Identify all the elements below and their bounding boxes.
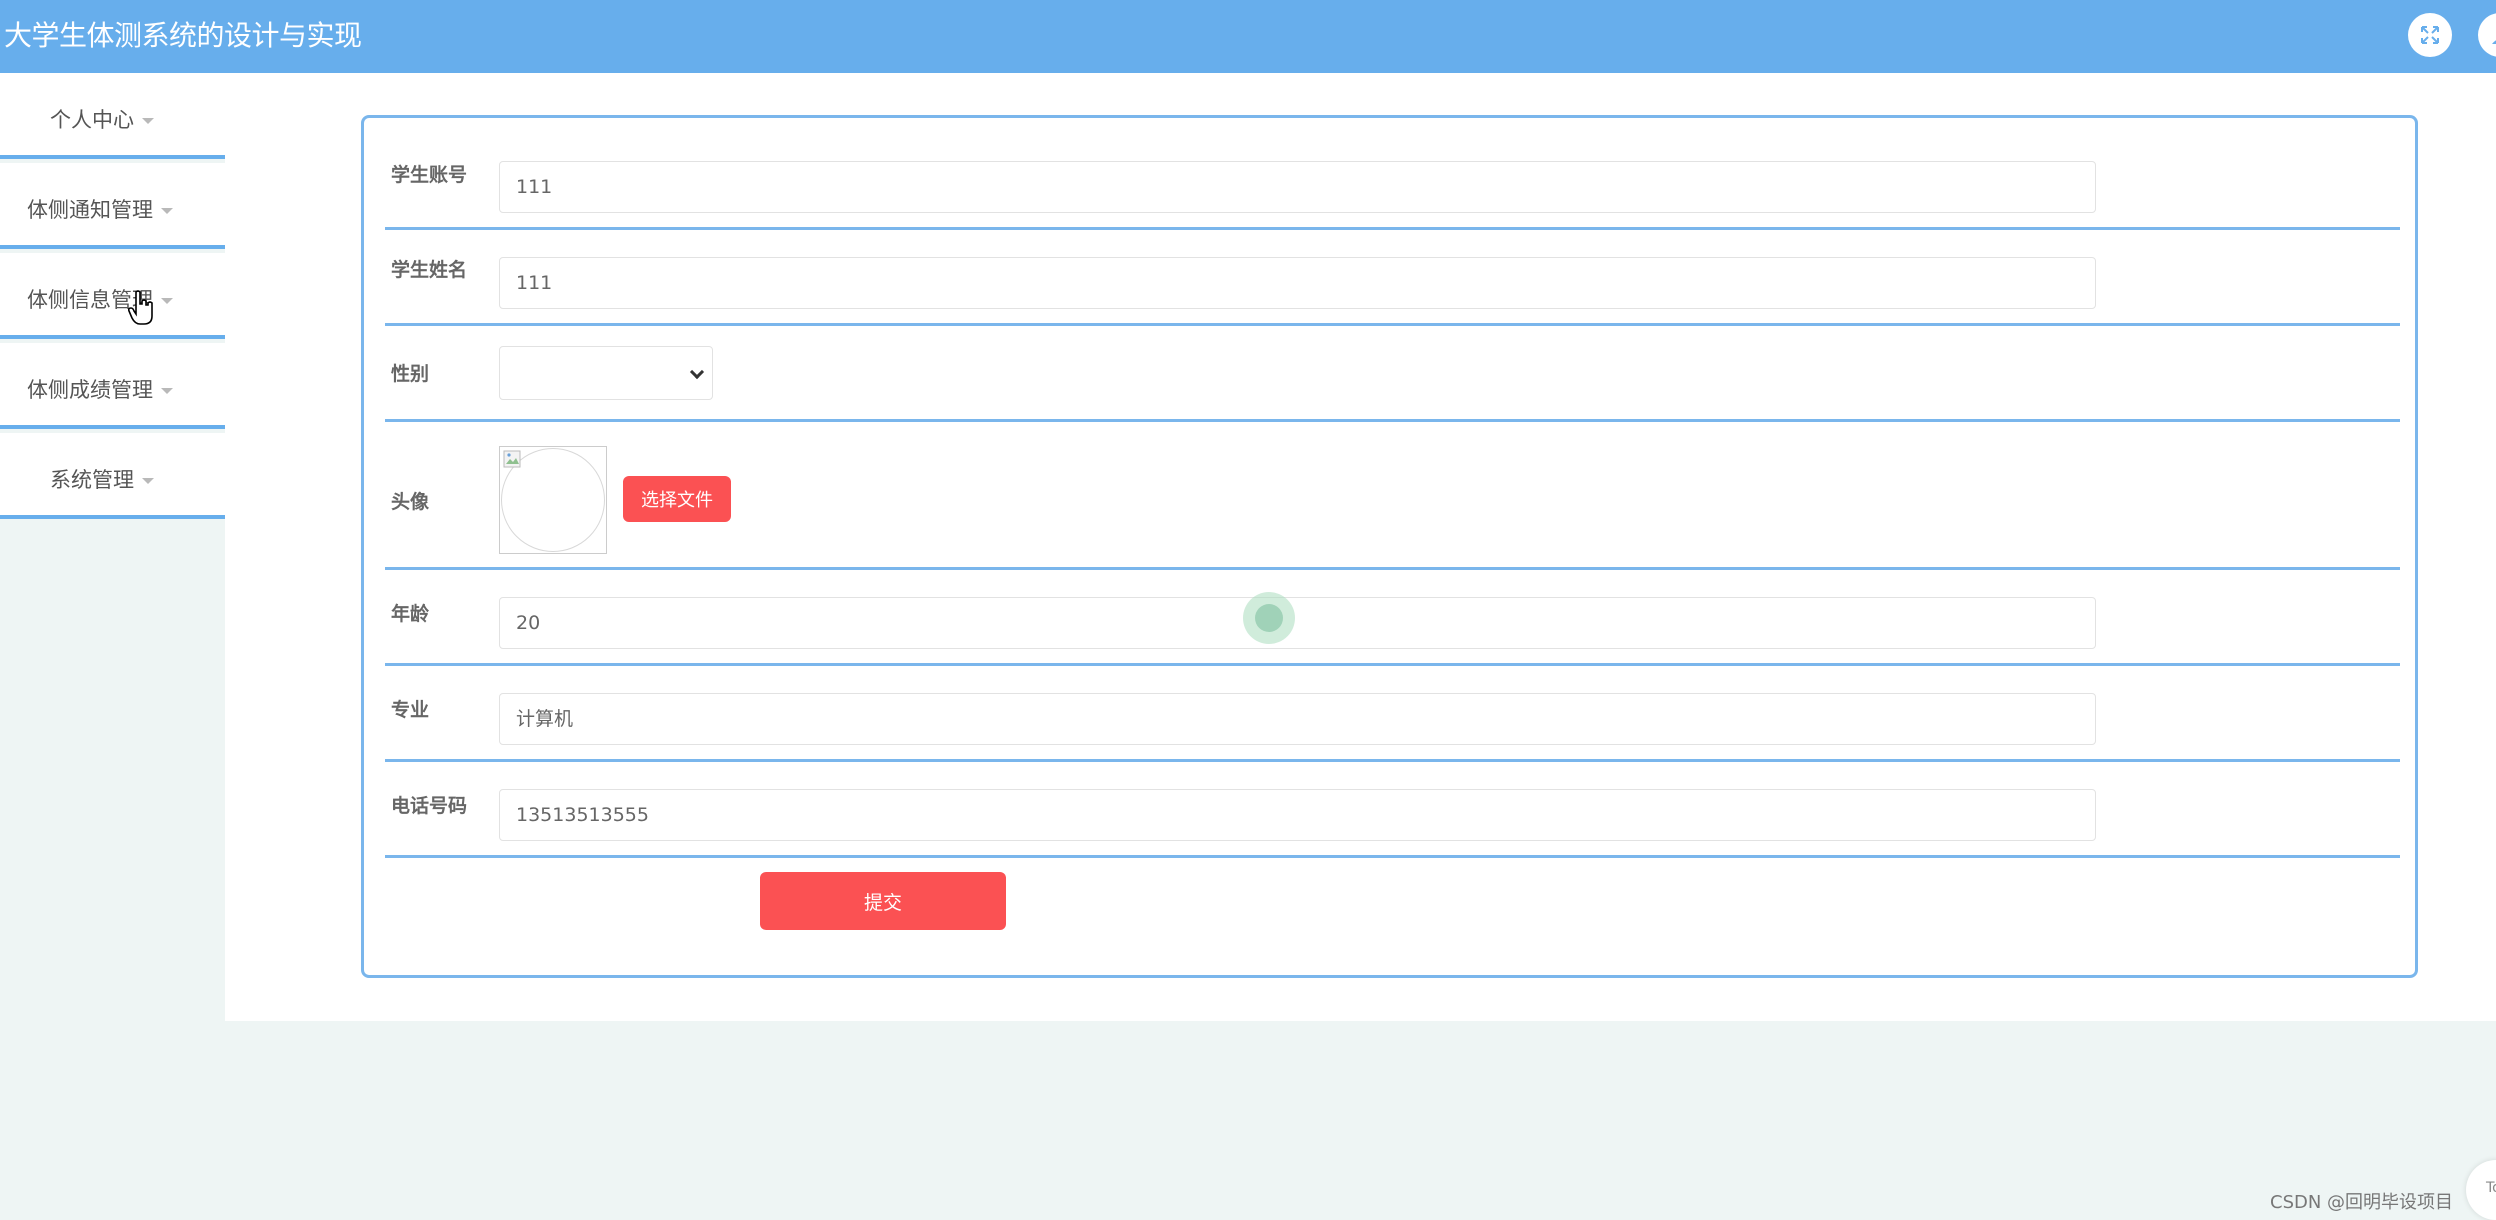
student-name-input[interactable]: 111 — [499, 257, 2096, 309]
top-bar: 大学生体测系统的设计与实现 — [0, 0, 2496, 73]
phone-label: 电话号码 — [391, 795, 468, 817]
back-to-top-button[interactable]: To — [2466, 1160, 2496, 1220]
chevron-down-icon — [689, 364, 705, 380]
student-account-input[interactable]: 111 — [499, 161, 2096, 213]
student-name-label: 学生姓名 — [391, 259, 468, 281]
sidebar-item-personal-center[interactable]: 个人中心 — [0, 73, 225, 159]
form-row-avatar: 头像 选择文件 — [385, 422, 2400, 570]
sidebar-item-test-notice[interactable]: 体侧通知管理 — [0, 163, 225, 249]
age-input[interactable]: 20 — [499, 597, 2096, 649]
user-menu-button[interactable] — [2478, 13, 2496, 57]
sidebar: 个人中心 体侧通知管理 体侧信息管理 体侧成绩管理 系统管理 — [0, 73, 225, 519]
form-row-name: 学生姓名 111 — [385, 230, 2400, 326]
age-label: 年龄 — [391, 603, 430, 625]
sidebar-item-label: 体侧通知管理 — [27, 198, 153, 222]
caret-down-icon — [161, 388, 173, 394]
form-row-account: 学生账号 111 — [385, 118, 2400, 230]
broken-image-icon — [503, 450, 521, 468]
sidebar-item-test-info[interactable]: 体侧信息管理 — [0, 253, 225, 339]
gender-label: 性别 — [391, 363, 430, 385]
caret-down-icon — [142, 478, 154, 484]
sidebar-item-label: 个人中心 — [50, 108, 134, 132]
watermark-text: CSDN @回明毕设项目 — [2270, 1192, 2454, 1213]
major-input[interactable]: 计算机 — [499, 693, 2096, 745]
click-ripple — [1243, 592, 1295, 644]
sidebar-item-label: 体侧成绩管理 — [27, 378, 153, 402]
hand-cursor-icon — [128, 290, 153, 325]
form-row-phone: 电话号码 13513513555 — [385, 762, 2400, 858]
phone-input[interactable]: 13513513555 — [499, 789, 2096, 841]
caret-down-icon — [161, 208, 173, 214]
form-row-age: 年龄 20 — [385, 570, 2400, 666]
back-to-top-label: To — [2486, 1180, 2496, 1196]
avatar-label: 头像 — [391, 491, 430, 513]
sidebar-item-label: 系统管理 — [50, 468, 134, 492]
major-label: 专业 — [391, 699, 430, 721]
fullscreen-button[interactable] — [2408, 13, 2452, 57]
click-ripple-dot — [1255, 604, 1283, 632]
student-account-label: 学生账号 — [391, 164, 468, 186]
sidebar-item-test-scores[interactable]: 体侧成绩管理 — [0, 343, 225, 429]
sidebar-item-system[interactable]: 系统管理 — [0, 433, 225, 519]
caret-down-icon — [142, 118, 154, 124]
app-title: 大学生体测系统的设计与实现 — [4, 19, 362, 52]
gender-select[interactable] — [499, 346, 713, 400]
submit-button[interactable]: 提交 — [760, 872, 1006, 930]
form-row-gender: 性别 — [385, 326, 2400, 422]
student-form: 学生账号 111 学生姓名 111 性别 头像 选择文件 年龄 20 专业 计算… — [361, 115, 2418, 978]
form-row-major: 专业 计算机 — [385, 666, 2400, 762]
caret-down-icon — [161, 298, 173, 304]
choose-file-button[interactable]: 选择文件 — [623, 476, 731, 522]
fullscreen-icon — [2421, 26, 2439, 44]
avatar-preview — [499, 446, 607, 554]
user-icon — [2492, 40, 2496, 44]
